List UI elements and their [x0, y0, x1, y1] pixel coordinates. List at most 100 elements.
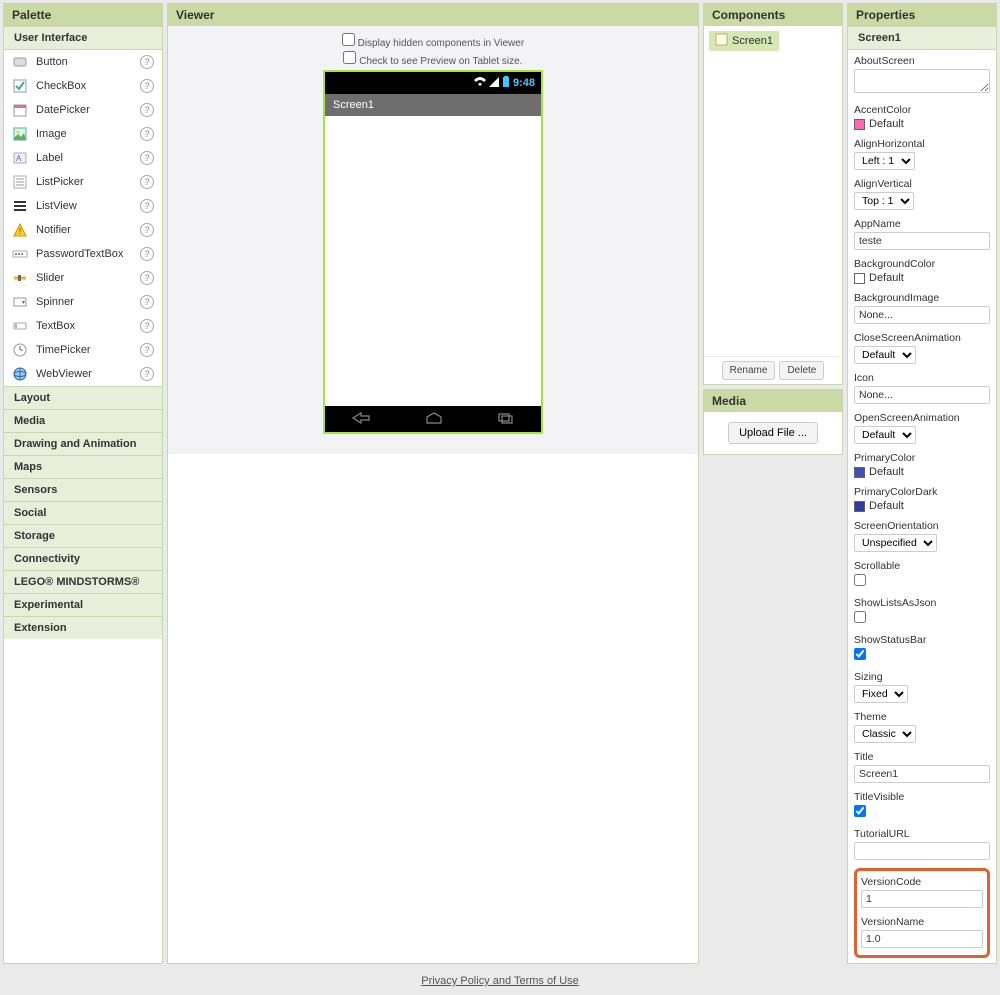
phone-time: 9:48: [513, 77, 535, 89]
palette-group-social[interactable]: Social: [4, 501, 162, 524]
properties-panel: Properties Screen1 AboutScreen AccentCol…: [847, 3, 997, 964]
prop-scrollable-cb[interactable]: [854, 574, 866, 586]
palette-item-datepicker[interactable]: DatePicker?: [4, 98, 162, 122]
slider-icon: [12, 270, 28, 286]
prop-versionname-input[interactable]: [861, 930, 983, 948]
footer-privacy-link[interactable]: Privacy Policy and Terms of Use: [421, 975, 579, 987]
viewer-opt-hidden[interactable]: Display hidden components in Viewer: [342, 33, 524, 49]
prop-theme-label: Theme: [854, 711, 990, 723]
prop-sizing-select[interactable]: Fixed: [854, 685, 908, 703]
palette-item-label[interactable]: A Label?: [4, 146, 162, 170]
properties-screen-name: Screen1: [848, 26, 996, 50]
prop-bgimage-input[interactable]: [854, 306, 990, 324]
help-icon[interactable]: ?: [140, 175, 154, 189]
help-icon[interactable]: ?: [140, 247, 154, 261]
prop-bgcolor-value[interactable]: Default: [854, 272, 990, 284]
button-icon: [12, 54, 28, 70]
image-icon: [12, 126, 28, 142]
prop-title-label: Title: [854, 751, 990, 763]
palette-item-button[interactable]: Button?: [4, 50, 162, 74]
palette-group-layout[interactable]: Layout: [4, 386, 162, 409]
palette-item-listpicker[interactable]: ListPicker?: [4, 170, 162, 194]
help-icon[interactable]: ?: [140, 367, 154, 381]
palette-group-extension[interactable]: Extension: [4, 616, 162, 639]
component-screen1[interactable]: Screen1: [709, 31, 779, 51]
viewer-opt-tablet[interactable]: Check to see Preview on Tablet size.: [343, 51, 522, 67]
help-icon[interactable]: ?: [140, 223, 154, 237]
viewer-opt-hidden-cb[interactable]: [342, 33, 355, 46]
prop-titlevisible-cb[interactable]: [854, 805, 866, 817]
palette-item-textbox[interactable]: TextBox?: [4, 314, 162, 338]
help-icon[interactable]: ?: [140, 151, 154, 165]
prop-icon-input[interactable]: [854, 386, 990, 404]
textbox-icon: [12, 318, 28, 334]
rename-button[interactable]: Rename: [722, 361, 776, 380]
palette-item-slider[interactable]: Slider?: [4, 266, 162, 290]
prop-showlists-cb[interactable]: [854, 611, 866, 623]
palette-item-checkbox[interactable]: CheckBox?: [4, 74, 162, 98]
svg-text:!: !: [19, 227, 21, 236]
viewer-panel: Viewer Display hidden components in View…: [167, 3, 699, 964]
palette-group-connectivity[interactable]: Connectivity: [4, 547, 162, 570]
prop-theme-select[interactable]: Classic: [854, 725, 916, 743]
palette-item-timepicker[interactable]: TimePicker?: [4, 338, 162, 362]
viewer-opt-tablet-cb[interactable]: [343, 51, 356, 64]
prop-accentcolor-value[interactable]: Default: [854, 118, 990, 130]
upload-file-button[interactable]: Upload File ...: [728, 422, 818, 444]
timepicker-icon: [12, 342, 28, 358]
delete-button[interactable]: Delete: [779, 361, 824, 380]
phone-statusbar: 9:48: [325, 72, 541, 94]
palette-group-lego-mindstorms-[interactable]: LEGO® MINDSTORMS®: [4, 570, 162, 593]
prop-primarycolordark-value[interactable]: Default: [854, 500, 990, 512]
palette-item-image[interactable]: Image?: [4, 122, 162, 146]
help-icon[interactable]: ?: [140, 103, 154, 117]
prop-primarycolor-value[interactable]: Default: [854, 466, 990, 478]
palette-group-media[interactable]: Media: [4, 409, 162, 432]
prop-openanim-select[interactable]: Default: [854, 426, 916, 444]
palette-group-experimental[interactable]: Experimental: [4, 593, 162, 616]
help-icon[interactable]: ?: [140, 271, 154, 285]
palette-group-storage[interactable]: Storage: [4, 524, 162, 547]
palette-group-drawing-and-animation[interactable]: Drawing and Animation: [4, 432, 162, 455]
prop-accentcolor-label: AccentColor: [854, 104, 990, 116]
prop-titlevisible-label: TitleVisible: [854, 791, 990, 803]
palette-item-label: Label: [36, 152, 140, 164]
help-icon[interactable]: ?: [140, 295, 154, 309]
color-swatch-icon: [854, 501, 865, 512]
palette-item-spinner[interactable]: Spinner?: [4, 290, 162, 314]
phone-canvas[interactable]: [325, 116, 541, 406]
help-icon[interactable]: ?: [140, 79, 154, 93]
prop-orientation-select[interactable]: Unspecified: [854, 534, 937, 552]
prop-aboutscreen-input[interactable]: [854, 69, 990, 93]
help-icon[interactable]: ?: [140, 55, 154, 69]
palette-item-notifier[interactable]: !Notifier?: [4, 218, 162, 242]
help-icon[interactable]: ?: [140, 199, 154, 213]
palette-item-webviewer[interactable]: WebViewer?: [4, 362, 162, 386]
palette-group-ui[interactable]: User Interface: [4, 26, 162, 50]
help-icon[interactable]: ?: [140, 319, 154, 333]
prop-alignh-select[interactable]: Left : 1: [854, 152, 915, 170]
prop-showstatus-cb[interactable]: [854, 648, 866, 660]
prop-tutorialurl-input[interactable]: [854, 842, 990, 860]
prop-closeanim-select[interactable]: Default: [854, 346, 916, 364]
palette-group-sensors[interactable]: Sensors: [4, 478, 162, 501]
palette-item-label: TimePicker: [36, 344, 140, 356]
palette-item-passwordtextbox[interactable]: PasswordTextBox?: [4, 242, 162, 266]
prop-appname-input[interactable]: [854, 232, 990, 250]
prop-orientation-label: ScreenOrientation: [854, 520, 990, 532]
help-icon[interactable]: ?: [140, 127, 154, 141]
prop-bgimage-label: BackgroundImage: [854, 292, 990, 304]
label-icon: A: [12, 150, 28, 166]
components-panel: Components Screen1 Rename Delete: [703, 3, 843, 385]
prop-primarycolor-label: PrimaryColor: [854, 452, 990, 464]
prop-alignv-select[interactable]: Top : 1: [854, 192, 914, 210]
palette-item-listview[interactable]: ListView?: [4, 194, 162, 218]
component-tree[interactable]: Screen1: [704, 26, 842, 356]
palette-item-label: TextBox: [36, 320, 140, 332]
prop-bgcolor-label: BackgroundColor: [854, 258, 990, 270]
recent-icon: [497, 411, 515, 427]
palette-group-maps[interactable]: Maps: [4, 455, 162, 478]
prop-title-input[interactable]: [854, 765, 990, 783]
help-icon[interactable]: ?: [140, 343, 154, 357]
prop-versioncode-input[interactable]: [861, 890, 983, 908]
